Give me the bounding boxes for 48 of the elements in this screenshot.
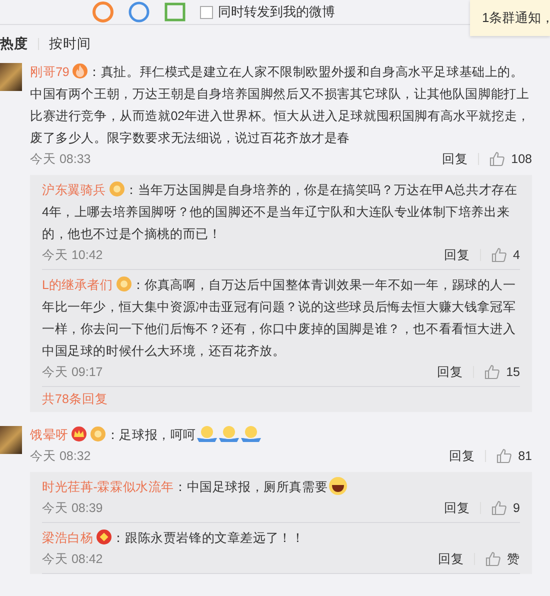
sort-tab[interactable]: 热度: [0, 35, 38, 53]
reply-link[interactable]: 回复: [449, 448, 476, 464]
like-count: 81: [518, 449, 532, 463]
thumbs-up-icon[interactable]: [491, 500, 508, 516]
thumbs-up-icon[interactable]: [496, 448, 512, 464]
comment-text: L的继承者们 ：你真高啊，自万达后中国整体青训效果一年不如一年，踢球的人一年比一年少，恒大集中资源冲击亚冠有问题？说的这些球员后悔去恒大赚大钱拿冠军一样，你去问一下他们后悔不？还有，你口中废掉的国脚是谁？，也不看看恒大进入中国足球的时候什么大环境，还百花齐放。: [42, 275, 517, 360]
comment-time: 今天 10:42: [42, 246, 104, 264]
comment-text: 沪东翼骑兵 ：当年万达国脚是自身培养的，你是在搞笑吗？万达在甲A总共才存在4年，上哪去培养国脚呀？他的国脚还不是当年辽宁队和大连队专业体制下培养出来的，他也不过是个摘桃的而已！: [42, 180, 518, 243]
like-count: 9: [513, 501, 520, 515]
crown-icon: [71, 426, 88, 442]
laughing-emoji-icon: [328, 476, 348, 496]
checkbox-label: 同时转发到我的微博: [218, 3, 335, 21]
comment-time: 今天 08:32: [30, 448, 92, 464]
thumbs-up-icon[interactable]: [489, 151, 506, 167]
reply-link[interactable]: 回复: [442, 150, 468, 168]
medal-icon: [116, 276, 132, 292]
comment-text: 时光荏苒-霖霖似水流年：中国足球报，厕所真需要: [42, 476, 520, 498]
notification-popup[interactable]: 1条群通知，: [470, 0, 550, 36]
like-count: 15: [506, 365, 520, 379]
comment-time: 今天 08:33: [30, 150, 92, 168]
comment-time: 今天 08:42: [42, 550, 104, 568]
sort-tab[interactable]: 按时间: [49, 35, 101, 53]
comment-text: 饿晕呀 ：足球报，呵呵: [30, 424, 532, 446]
reply-link[interactable]: 回复: [444, 246, 470, 264]
flame-icon: [72, 63, 88, 79]
comment-time: 今天 09:17: [42, 364, 104, 380]
checkbox[interactable]: [200, 6, 213, 18]
thumbs-up-icon[interactable]: [485, 551, 501, 567]
medal-icon: [90, 426, 106, 442]
fortune-icon: [96, 529, 112, 545]
like-count: 赞: [507, 550, 520, 568]
comment-text: 刚哥79 ：真扯。拜仁模式是建立在人家不限制欧盟外援和自身高水平足球基础上的。中国有两个王朝，万达王朝是自身培养国脚然后又不损害其它球队，让其他队国脚能打上比赛进行竞争，从而造就02年进入世界杯。恒大从进入足球就囤积国脚有高水平就挖走，废了多少人。限字数要求无法细说，说过百花齐放才是春: [30, 62, 531, 147]
thumbs-up-icon[interactable]: [484, 364, 500, 380]
image-icon[interactable]: [164, 1, 186, 23]
comment-text: 梁浩白杨 ：跟陈永贾岩锋的文章差远了！！: [42, 528, 306, 547]
hug-emoji-icon: [196, 425, 218, 443]
medal-icon: [109, 181, 126, 197]
reply-link[interactable]: 回复: [444, 500, 470, 516]
thumbs-up-icon[interactable]: [491, 247, 508, 263]
hug-emoji-icon: [218, 425, 240, 443]
avatar[interactable]: [0, 63, 22, 91]
like-count: 4: [513, 248, 520, 262]
like-count: 108: [511, 152, 532, 166]
reply-link[interactable]: 回复: [437, 364, 464, 380]
hug-emoji-icon: [240, 425, 262, 443]
comment-time: 今天 08:39: [42, 500, 104, 516]
reply-link[interactable]: 回复: [438, 550, 464, 568]
avatar[interactable]: [0, 426, 22, 454]
